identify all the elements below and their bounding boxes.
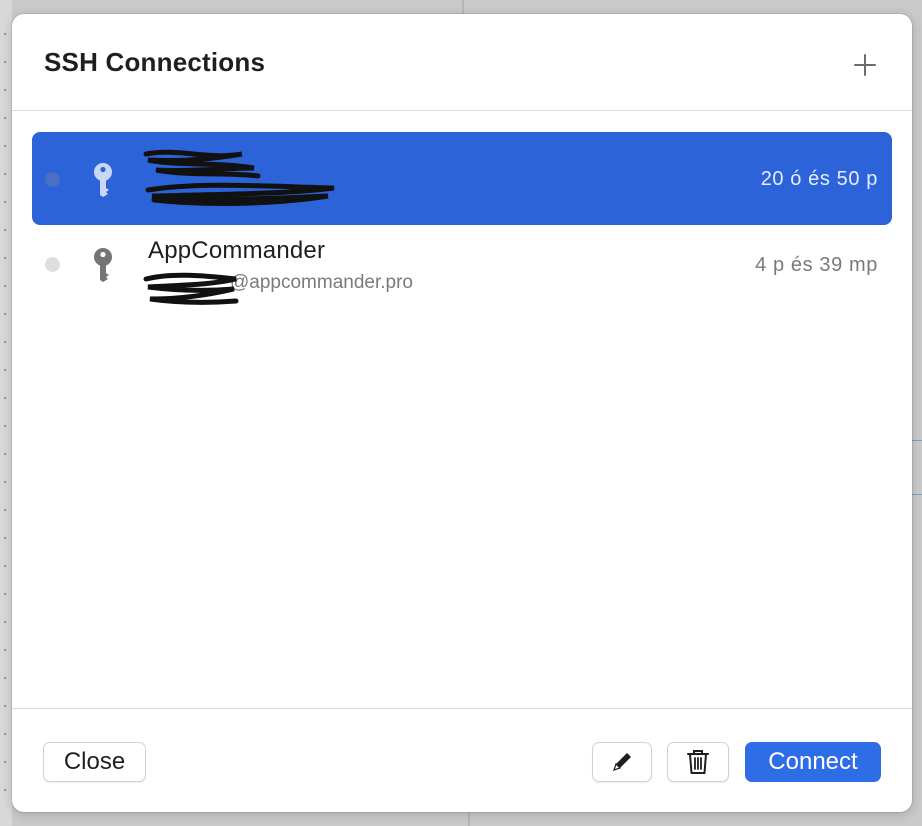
connection-name: AppCommander xyxy=(148,237,326,264)
connection-row[interactable]: 20 ó és 50 p xyxy=(32,132,892,225)
redaction-scribble xyxy=(143,149,335,206)
plus-icon xyxy=(854,54,876,76)
dialog-footer: Close Connect xyxy=(12,708,912,812)
last-used-time: 4 p és 39 mp xyxy=(755,254,878,276)
background-divider xyxy=(462,0,464,14)
background-divider xyxy=(468,812,470,826)
pencil-icon xyxy=(613,753,631,771)
key-icon xyxy=(92,247,114,288)
connection-host: @appcommander.pro xyxy=(148,272,413,294)
key-icon xyxy=(92,162,114,203)
status-indicator xyxy=(45,257,60,272)
connection-host-visible: @appcommander.pro xyxy=(230,272,413,293)
dialog-title: SSH Connections xyxy=(44,47,266,77)
close-button[interactable]: Close xyxy=(43,742,146,782)
background-dots xyxy=(0,20,10,810)
connect-button[interactable]: Connect xyxy=(745,742,881,782)
last-used-time: 20 ó és 50 p xyxy=(760,168,878,190)
delete-connection-button[interactable] xyxy=(667,742,729,782)
ssh-connections-dialog: SSH Connections 20 ó és 50 p AppCommande… xyxy=(12,14,912,812)
status-indicator xyxy=(45,172,60,187)
add-connection-button[interactable] xyxy=(848,48,882,82)
trash-icon xyxy=(687,750,709,774)
dialog-header: SSH Connections xyxy=(12,14,912,111)
connections-list: 20 ó és 50 p AppCommander @appcommander.… xyxy=(32,132,892,318)
edit-connection-button[interactable] xyxy=(592,742,652,782)
connection-row[interactable]: AppCommander @appcommander.pro 4 p és 39… xyxy=(32,225,892,318)
